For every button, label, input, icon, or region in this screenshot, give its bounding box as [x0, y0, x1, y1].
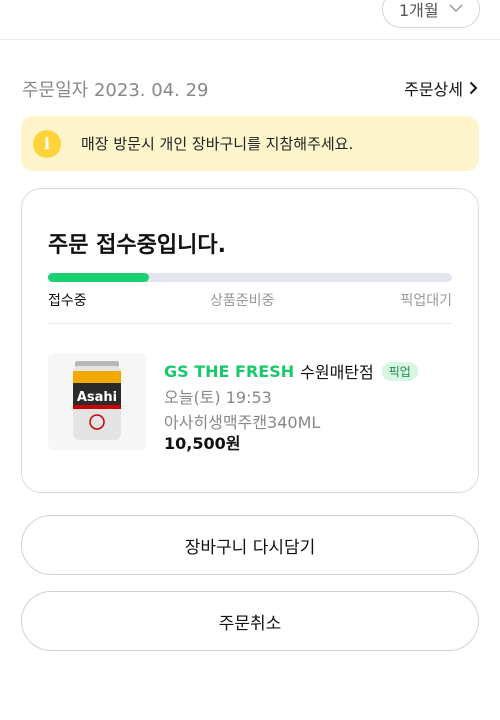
store-row: GS THE FRESH 수원매탄점 픽업	[164, 359, 418, 383]
cancel-order-button[interactable]: 주문취소	[21, 591, 479, 651]
store-branch: 수원매탄점	[300, 363, 374, 382]
store-brand: GS THE FRESH	[164, 361, 295, 381]
chevron-right-icon	[469, 81, 478, 95]
step-preparing: 상품준비중	[210, 293, 275, 309]
notice-banner: i 매장 방문시 개인 장바구니를 지참해주세요.	[21, 116, 479, 171]
progress-steps: 접수중 상품준비중 픽업대기	[48, 290, 452, 310]
period-select[interactable]: 1개월	[382, 0, 480, 28]
period-select-label: 1개월	[399, 1, 439, 20]
order-date-label: 주문일자	[22, 80, 89, 101]
order-detail-link[interactable]: 주문상세	[404, 76, 478, 100]
product-price: 10,500원	[164, 434, 241, 453]
chevron-down-icon	[449, 4, 463, 13]
pickup-time: 오늘(토) 19:53	[164, 388, 272, 407]
order-date: 주문일자 2023. 04. 29	[22, 76, 209, 102]
beer-can-icon: Asahi	[73, 361, 121, 440]
order-date-row: 주문일자 2023. 04. 29 주문상세	[22, 76, 478, 102]
order-progress-fill	[48, 273, 149, 282]
order-date-value: 2023. 04. 29	[93, 80, 209, 101]
notice-text: 매장 방문시 개인 장바구니를 지참해주세요.	[81, 135, 354, 153]
order-detail-label: 주문상세	[404, 80, 463, 99]
info-icon: i	[33, 129, 61, 158]
product-image: Asahi	[48, 353, 146, 451]
pickup-badge: 픽업	[381, 361, 418, 381]
step-pickup-waiting: 픽업대기	[400, 293, 452, 309]
order-progress-bar	[48, 273, 452, 282]
step-received: 접수중	[48, 293, 87, 309]
order-card: 주문 접수중입니다. 접수중 상품준비중 픽업대기 Asahi GS THE F…	[21, 188, 479, 493]
can-logo-text: Asahi	[77, 390, 117, 405]
order-status-title: 주문 접수중입니다.	[48, 233, 226, 258]
reorder-button[interactable]: 장바구니 다시담기	[21, 515, 479, 575]
divider	[48, 323, 452, 324]
top-bar: 1개월	[0, 0, 500, 40]
